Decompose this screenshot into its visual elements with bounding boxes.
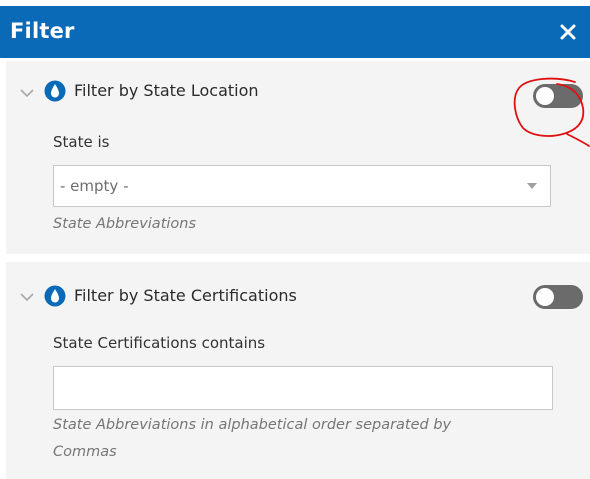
panel-title: Filter (10, 19, 75, 43)
field-label: State Certifications contains (53, 334, 266, 352)
toggle-knob (536, 288, 554, 306)
expand-toggle[interactable] (19, 84, 35, 98)
filter-section-state-location: Filter by State Location State is - empt… (6, 61, 590, 254)
annotation-circle (513, 77, 590, 147)
filter-title: Filter by State Certifications (74, 286, 297, 305)
filter-title: Filter by State Location (74, 81, 259, 100)
chevron-down-icon (20, 293, 34, 302)
field-label: State is (53, 133, 110, 151)
panel-header: Filter (0, 6, 590, 58)
select-value: - empty - (60, 177, 129, 195)
droplet-icon (44, 79, 66, 103)
filter-toggle[interactable] (533, 285, 583, 309)
caret-down-icon (527, 183, 537, 189)
close-icon (560, 24, 576, 40)
section-divider (6, 254, 590, 262)
expand-toggle[interactable] (19, 288, 35, 302)
field-hint: State Abbreviations (53, 216, 197, 232)
certifications-input[interactable] (53, 366, 553, 410)
close-button[interactable] (557, 19, 579, 43)
state-select[interactable]: - empty - (53, 165, 551, 207)
filter-panel: Filter Filter by State Location State is (0, 0, 590, 479)
field-hint-line2: Commas (53, 444, 117, 460)
filter-section-state-certifications: Filter by State Certifications State Cer… (6, 262, 590, 479)
droplet-icon (44, 284, 66, 308)
field-hint-line1: State Abbreviations in alphabetical orde… (53, 417, 452, 433)
chevron-down-icon (20, 89, 34, 98)
